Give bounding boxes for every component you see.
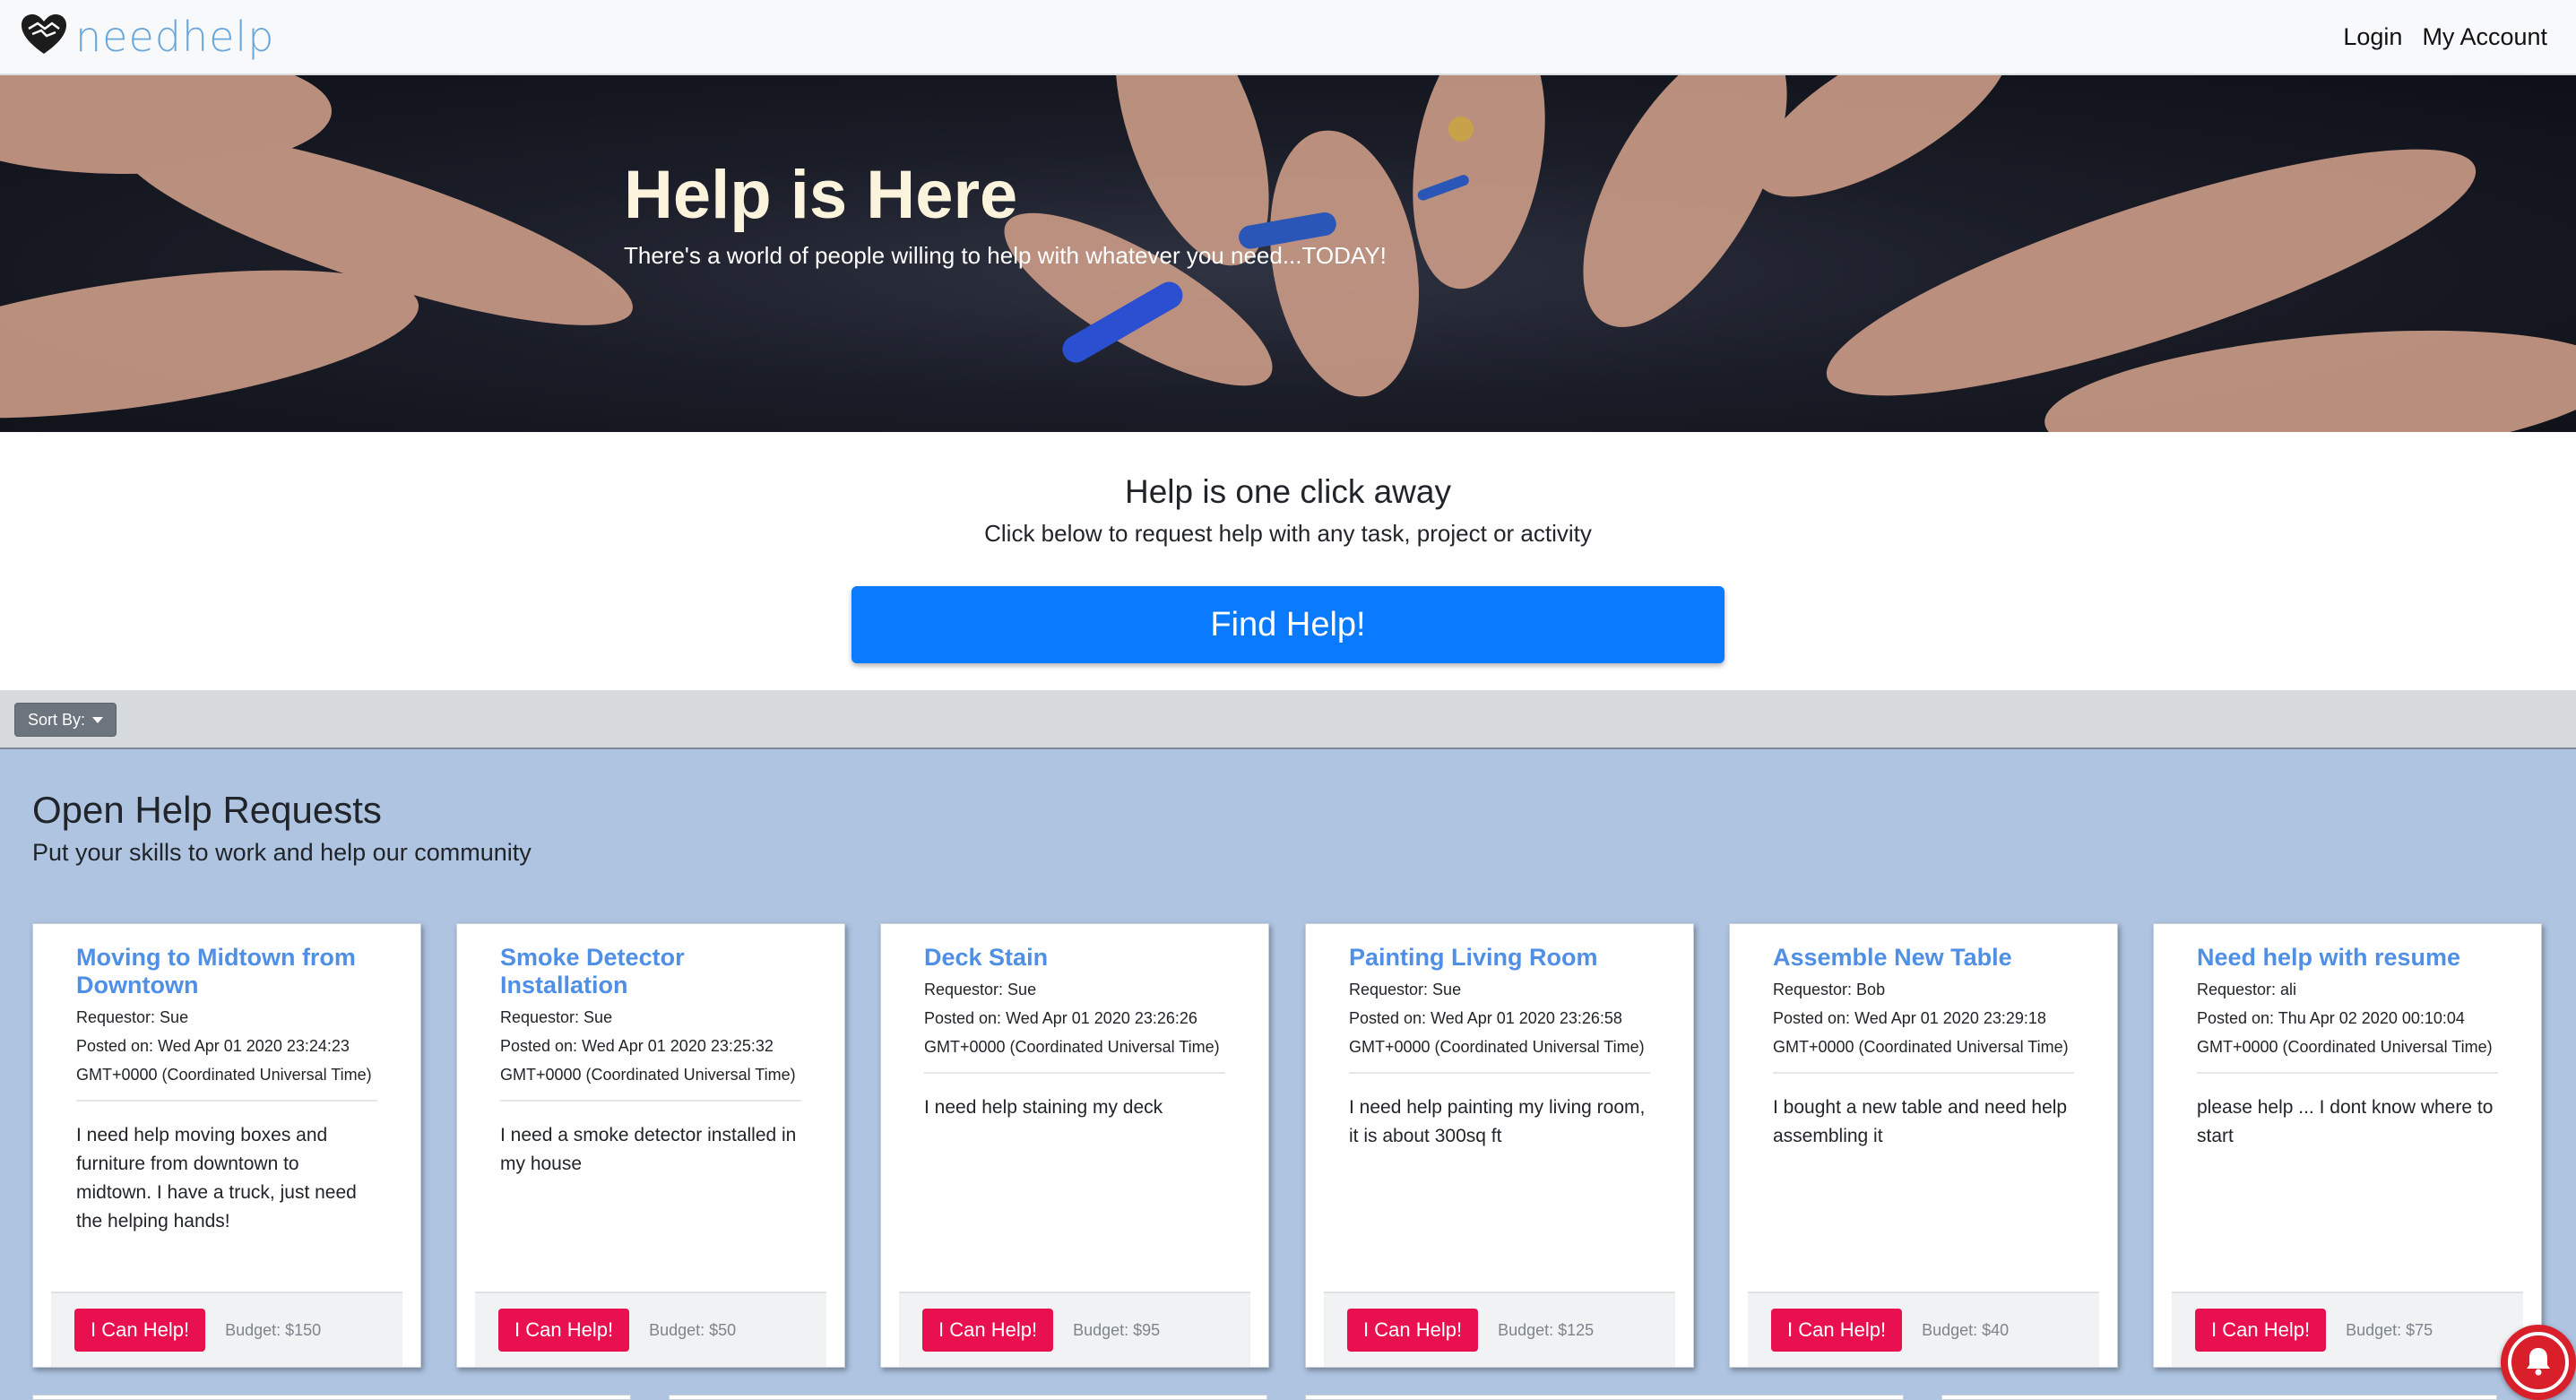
card-budget: Budget: $75 bbox=[2346, 1320, 2433, 1339]
card-title[interactable]: Moving to Midtown from Downtown bbox=[76, 944, 377, 999]
hero-subtitle: There's a world of people willing to hel… bbox=[624, 242, 1387, 269]
section-title: Open Help Requests bbox=[32, 789, 382, 831]
i-can-help-button[interactable]: I Can Help! bbox=[922, 1309, 1054, 1352]
card-divider bbox=[1773, 1072, 2074, 1074]
card-divider bbox=[924, 1072, 1225, 1074]
card-footer: I Can Help! Budget: $95 bbox=[899, 1292, 1250, 1367]
card-divider bbox=[76, 1100, 377, 1102]
card-title[interactable]: Painting Living Room bbox=[1349, 944, 1650, 972]
card-budget: Budget: $50 bbox=[649, 1320, 737, 1339]
card-divider bbox=[1349, 1072, 1650, 1074]
hero-title: Help is Here bbox=[624, 157, 1018, 233]
card-posted-date: Posted on: Wed Apr 01 2020 23:24:23 GMT+… bbox=[76, 1037, 372, 1084]
my-account-link[interactable]: My Account bbox=[2422, 23, 2547, 51]
login-link[interactable]: Login bbox=[2343, 23, 2402, 51]
card-posted-date: Posted on: Wed Apr 01 2020 23:29:18 GMT+… bbox=[1773, 1009, 2069, 1056]
heart-hands-icon bbox=[20, 13, 68, 62]
request-card: Smoke Detector Installation Requestor: S… bbox=[456, 923, 845, 1368]
sort-bar: Sort By: bbox=[0, 690, 2576, 749]
card-title[interactable]: Need help with resume bbox=[2197, 944, 2498, 972]
navbar: needhelp Login My Account bbox=[0, 0, 2576, 75]
hero-banner: Help is Here There's a world of people w… bbox=[0, 75, 2576, 432]
find-help-button[interactable]: Find Help! bbox=[851, 586, 1725, 663]
card-description: please help ... I dont know where to sta… bbox=[2197, 1097, 2494, 1146]
card-requestor: Requestor: Sue bbox=[76, 1008, 189, 1026]
i-can-help-button[interactable]: I Can Help! bbox=[2195, 1309, 2327, 1352]
card-requestor: Requestor: Sue bbox=[1349, 981, 1462, 998]
request-card-partial bbox=[32, 1395, 631, 1400]
request-card-partial bbox=[1305, 1395, 1904, 1400]
card-description: I need help staining my deck bbox=[924, 1097, 1163, 1118]
i-can-help-button[interactable]: I Can Help! bbox=[498, 1309, 630, 1352]
card-requestor: Requestor: Sue bbox=[500, 1008, 613, 1026]
i-can-help-button[interactable]: I Can Help! bbox=[1347, 1309, 1479, 1352]
cta-section: Help is one click away Click below to re… bbox=[0, 432, 2576, 690]
sort-by-dropdown[interactable]: Sort By: bbox=[14, 703, 117, 737]
brand-name: needhelp bbox=[75, 13, 275, 61]
bell-icon bbox=[2522, 1344, 2554, 1381]
card-requestor: Requestor: Bob bbox=[1773, 981, 1886, 998]
request-card: Assemble New Table Requestor: Bob Posted… bbox=[1729, 923, 2118, 1368]
cta-subtitle: Click below to request help with any tas… bbox=[984, 520, 1592, 547]
card-divider bbox=[2197, 1072, 2498, 1074]
sort-by-label: Sort By: bbox=[28, 710, 86, 729]
card-posted-date: Posted on: Wed Apr 01 2020 23:26:26 GMT+… bbox=[924, 1009, 1220, 1056]
card-footer: I Can Help! Budget: $75 bbox=[2172, 1292, 2523, 1367]
request-card: Moving to Midtown from Downtown Requesto… bbox=[32, 923, 421, 1368]
card-footer: I Can Help! Budget: $50 bbox=[475, 1292, 826, 1367]
card-description: I need help painting my living room, it … bbox=[1349, 1097, 1646, 1146]
card-posted-date: Posted on: Wed Apr 01 2020 23:26:58 GMT+… bbox=[1349, 1009, 1645, 1056]
card-description: I need help moving boxes and furniture f… bbox=[76, 1125, 357, 1231]
open-requests-section: Open Help Requests Put your skills to wo… bbox=[0, 749, 2576, 1400]
card-divider bbox=[500, 1100, 801, 1102]
notification-button[interactable] bbox=[2501, 1325, 2576, 1400]
card-requestor: Requestor: Sue bbox=[924, 981, 1037, 998]
card-description: I need a smoke detector installed in my … bbox=[500, 1125, 797, 1174]
card-description: I bought a new table and need help assem… bbox=[1773, 1097, 2068, 1146]
card-budget: Budget: $40 bbox=[1922, 1320, 2010, 1339]
request-card: Deck Stain Requestor: Sue Posted on: Wed… bbox=[880, 923, 1269, 1368]
card-title[interactable]: Deck Stain bbox=[924, 944, 1225, 972]
card-budget: Budget: $95 bbox=[1073, 1320, 1161, 1339]
card-footer: I Can Help! Budget: $125 bbox=[1324, 1292, 1675, 1367]
card-footer: I Can Help! Budget: $150 bbox=[51, 1292, 402, 1367]
card-budget: Budget: $150 bbox=[225, 1320, 322, 1339]
card-title[interactable]: Assemble New Table bbox=[1773, 944, 2074, 972]
card-requestor: Requestor: ali bbox=[2197, 981, 2297, 998]
request-card-partial bbox=[669, 1395, 1267, 1400]
request-card: Painting Living Room Requestor: Sue Post… bbox=[1305, 923, 1694, 1368]
i-can-help-button[interactable]: I Can Help! bbox=[74, 1309, 206, 1352]
brand-logo[interactable]: needhelp bbox=[20, 13, 274, 62]
request-card-partial bbox=[1941, 1395, 2497, 1400]
i-can-help-button[interactable]: I Can Help! bbox=[1771, 1309, 1903, 1352]
section-subtitle: Put your skills to work and help our com… bbox=[32, 839, 532, 866]
card-budget: Budget: $125 bbox=[1498, 1320, 1595, 1339]
cta-title: Help is one click away bbox=[1125, 473, 1451, 510]
caret-down-icon bbox=[92, 716, 104, 723]
card-posted-date: Posted on: Wed Apr 01 2020 23:25:32 GMT+… bbox=[500, 1037, 796, 1084]
card-posted-date: Posted on: Thu Apr 02 2020 00:10:04 GMT+… bbox=[2197, 1009, 2493, 1056]
request-card: Need help with resume Requestor: ali Pos… bbox=[2153, 923, 2542, 1368]
card-footer: I Can Help! Budget: $40 bbox=[1748, 1292, 2099, 1367]
card-title[interactable]: Smoke Detector Installation bbox=[500, 944, 801, 999]
